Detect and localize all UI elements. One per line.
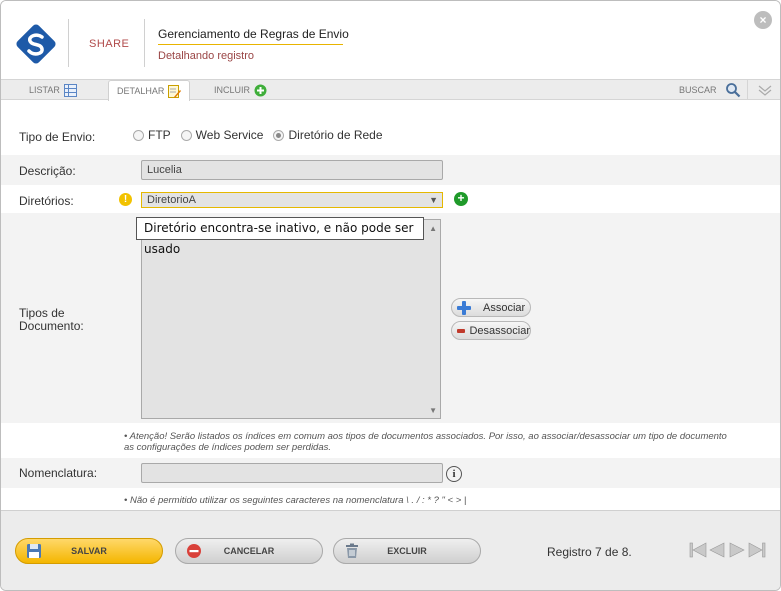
diretorios-select[interactable]: DiretorioA ▼ [141,192,443,208]
list-grid-icon [63,83,77,97]
add-circle-icon [254,84,267,96]
excluir-button[interactable]: EXCLUIR [333,538,481,564]
dropdown-arrow-icon: ▼ [429,195,438,205]
search-label: BUSCAR [679,85,717,95]
info-icon[interactable]: i [446,466,462,482]
tab-listar-label: LISTAR [29,85,60,95]
radio-dot-selected [273,129,285,141]
desassociar-button[interactable]: Desassociar [451,321,531,340]
first-record-icon[interactable] [689,542,707,558]
edit-document-icon [168,84,182,98]
search-toggle[interactable]: BUSCAR [679,80,741,100]
add-diretorio-button[interactable]: + [454,192,468,206]
diretorios-selected-value: DiretorioA [147,194,196,206]
chevron-down-icon [758,85,772,96]
radio-dot [133,129,144,141]
previous-record-icon[interactable] [708,542,726,558]
last-record-icon[interactable] [748,542,766,558]
tab-incluir-label: INCLUIR [214,85,251,95]
radio-web-service[interactable]: Web Service [180,128,264,142]
form-area: Tipo de Envio: FTP Web Service Diretório… [1,100,780,510]
brand-name: SHARE [89,38,130,50]
tab-bar: LISTAR DETALHAR INCLUIR BUSCAR [1,79,780,101]
diretorios-label: Diretórios: [19,194,74,208]
descricao-input[interactable]: Lucelia [141,160,443,180]
desassociar-label: Desassociar [469,324,530,337]
search-icon [725,83,740,98]
row-tipo-envio: Tipo de Envio: FTP Web Service Diretório… [1,122,780,146]
header: SHARE Gerenciamento de Regras de Envio D… [1,1,780,79]
cancel-icon [187,544,201,558]
tab-listar[interactable]: LISTAR [29,80,77,100]
row-descricao: Descrição: Lucelia [1,155,780,185]
radio-label: Web Service [195,128,264,142]
nomenclatura-note: • Não é permitido utilizar os seguintes … [124,495,467,506]
tab-detalhar-label: DETALHAR [117,86,165,96]
salvar-button[interactable]: SALVAR [15,538,163,564]
tipo-envio-label: Tipo de Envio: [19,130,96,144]
trash-icon [346,543,358,558]
tab-detalhar[interactable]: DETALHAR [108,80,191,101]
scroll-up-icon[interactable]: ▲ [429,224,437,233]
tipos-documento-label: Tipos de Documento: [19,307,84,333]
nomenclatura-label: Nomenclatura: [19,466,98,480]
page-subtitle: Detalhando registro [158,50,255,62]
associar-button[interactable]: Associar [451,298,531,317]
next-record-icon[interactable] [728,542,746,558]
minus-icon [457,328,466,333]
plus-icon [457,300,471,315]
radio-ftp[interactable]: FTP [133,128,171,142]
tipos-label-line2: Documento: [19,319,84,333]
header-divider [68,19,69,67]
title-underline [158,44,343,45]
tab-incluir[interactable]: INCLUIR [214,80,267,100]
radio-diretorio-rede[interactable]: Diretório de Rede [273,128,383,142]
share-logo-icon [16,24,56,64]
collapse-toggle[interactable] [747,80,780,100]
indices-warning-note: • Atenção! Serão listados os índices em … [124,431,774,453]
page-title: Gerenciamento de Regras de Envio [158,27,349,41]
cancelar-button[interactable]: CANCELAR [175,538,323,564]
radio-dot [180,129,192,141]
row-diretorios: Diretórios: ! DiretorioA ▼ + [1,185,780,213]
app-window: SHARE Gerenciamento de Regras de Envio D… [0,0,781,591]
tipo-envio-radios: FTP Web Service Diretório de Rede [133,128,383,142]
tipos-documento-listbox[interactable]: ▲ ▼ [141,219,441,419]
footer-toolbar: SALVAR CANCELAR EXCLUIR Registro 7 de 8. [1,510,780,590]
associar-label: Associar [483,301,526,314]
radio-label: Diretório de Rede [288,128,383,142]
save-disk-icon [27,544,41,558]
warning-icon: ! [119,193,132,206]
close-button[interactable]: × [754,11,772,29]
note-line2: as configurações de índices podem ser pe… [124,442,332,453]
row-nomenclatura: Nomenclatura: i [1,458,780,488]
scroll-down-icon[interactable]: ▼ [429,406,437,415]
note-line1: • Atenção! Serão listados os índices em … [124,431,727,442]
nomenclatura-input[interactable] [141,463,443,483]
record-counter: Registro 7 de 8. [547,545,632,559]
descricao-label: Descrição: [19,164,76,178]
header-divider [144,19,145,67]
radio-label: FTP [148,128,171,142]
diretorio-inativo-tooltip: Diretório encontra-se inativo, e não pod… [136,217,424,256]
